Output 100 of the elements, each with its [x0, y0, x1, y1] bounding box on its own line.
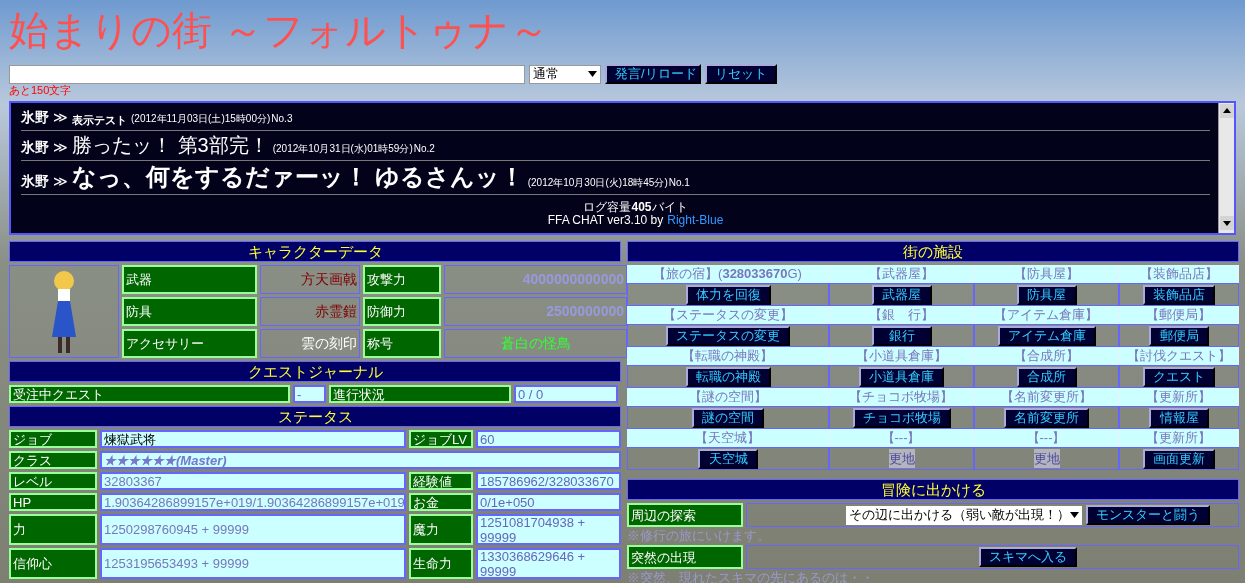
facility-button[interactable]: 天空城	[698, 448, 758, 469]
credit-link[interactable]: Right-Blue	[667, 214, 724, 227]
field-label: 防具	[122, 297, 257, 326]
facility-button[interactable]: 転職の神殿	[685, 366, 771, 387]
message-date: (2012年10月31日(水)01時59分)	[272, 142, 413, 156]
field-label: 魔力	[409, 514, 473, 545]
field-label: HP	[9, 493, 97, 511]
field-label: ジョブLV	[409, 430, 473, 448]
field-value: ★★★★★★(Master)	[100, 451, 621, 469]
facility-button[interactable]: ステータスの変更	[666, 325, 790, 346]
mode-select[interactable]: 通常	[529, 64, 601, 84]
field-value: 32803367	[100, 472, 406, 490]
stat-value: 蒼白の怪鳥	[444, 329, 627, 358]
facility-label: 【旅の宿】(328033670G)	[627, 265, 829, 283]
remaining-characters: あと150文字	[9, 84, 73, 97]
facility-button[interactable]: 名前変更所	[1004, 407, 1089, 428]
facility-label: 【転職の神殿】	[627, 347, 829, 365]
speaker-name: 氷野	[21, 172, 49, 190]
field-label: アクセサリー	[122, 329, 257, 358]
field-value: 60	[476, 430, 621, 448]
facility-label: 【装飾品店】	[1119, 265, 1239, 283]
facility-label: 【謎の空間】	[627, 388, 829, 406]
facility-button[interactable]: アイテム倉庫	[997, 325, 1096, 346]
stat-value: 4000000000000	[444, 265, 627, 294]
field-label: 進行状況	[329, 385, 511, 403]
facility-label: 【更新所】	[1119, 388, 1239, 406]
adventure-button[interactable]: スキマへ入る	[978, 547, 1077, 567]
section-header: 街の施設	[627, 241, 1239, 262]
field-label: 防御力	[363, 297, 441, 326]
field-label: 武器	[122, 265, 257, 294]
speaker-name: 氷野	[21, 108, 49, 126]
facility-label: 【アイテム倉庫】	[974, 306, 1119, 324]
facility-button[interactable]: チョコボ牧場	[852, 407, 951, 428]
field-label: ジョブ	[9, 430, 97, 448]
caret-icon	[1069, 512, 1079, 518]
reset-button[interactable]: リセット	[705, 64, 777, 84]
facility-label: 【銀 行】	[829, 306, 974, 324]
facility-button[interactable]: 小道具倉庫	[859, 366, 944, 387]
section-header: 冒険に出かける	[627, 479, 1239, 500]
facility-label: 【武器屋】	[829, 265, 974, 283]
page-title: 始まりの街 ～フォルトゥナ～	[9, 7, 551, 54]
chat-credit: FFA CHAT ver3.10 by	[547, 214, 664, 227]
field-label: 周辺の探索	[627, 503, 743, 527]
separator-mark: ≫	[53, 108, 68, 126]
field-label: 生命力	[409, 548, 473, 579]
facility-button[interactable]: 体力を回復	[685, 284, 771, 305]
field-value: 1330368629646 + 99999	[476, 548, 621, 579]
equipment-value: 雲の刻印	[260, 329, 360, 358]
field-label: 攻撃力	[363, 265, 441, 294]
equipment-value: 方天画戟	[260, 265, 360, 294]
field-value: -	[293, 385, 326, 403]
message-input[interactable]	[9, 64, 525, 84]
facility-label: 【名前変更所】	[974, 388, 1119, 406]
facility-label: 【チョコボ牧場】	[829, 388, 974, 406]
facility-button[interactable]: 郵便局	[1149, 325, 1209, 346]
facility-label: 【討伐クエスト】	[1119, 347, 1239, 365]
field-label: 力	[9, 514, 97, 545]
facility-button[interactable]: 銀行	[871, 325, 932, 346]
field-label: 受注中クエスト	[9, 385, 290, 403]
stat-value: 2500000000	[444, 297, 627, 326]
section-header: キャラクターデータ	[9, 241, 621, 262]
speaker-name: 氷野	[21, 138, 49, 156]
field-value: 煉獄武将	[100, 430, 406, 448]
field-value: 1250298760945 + 99999	[100, 514, 406, 545]
message-number: No.2	[413, 142, 435, 156]
facility-button[interactable]: 情報屋	[1149, 407, 1209, 428]
field-label: 経験値	[409, 472, 473, 490]
scrollbar[interactable]	[1218, 103, 1234, 233]
post-button[interactable]: 発言/リロード	[605, 64, 701, 84]
facility-label: 【---】	[829, 429, 974, 447]
facility-button[interactable]: クエスト	[1143, 366, 1215, 387]
field-value: 1.90364286899157e+019/1.90364286899157e+019	[100, 493, 406, 511]
caret-icon	[588, 71, 597, 77]
facility-label: 【ステータスの変更】	[627, 306, 829, 324]
field-label: 称号	[363, 329, 441, 358]
message-number: No.3	[271, 112, 293, 126]
facility-button[interactable]: 合成所	[1016, 366, 1077, 387]
equipment-value: 赤霊鎧	[260, 297, 360, 326]
field-value: 0/1e+050	[476, 493, 621, 511]
section-header: ステータス	[9, 406, 621, 427]
message-text: 表示テスト	[72, 113, 127, 126]
facility-label: 【防具屋】	[974, 265, 1119, 283]
section-header: クエストジャーナル	[9, 361, 621, 382]
facility-label: 【---】	[974, 429, 1119, 447]
area-select[interactable]: その辺に出かける（弱い敵が出現！）	[845, 505, 1082, 525]
field-value: 185786962/328033670	[476, 472, 621, 490]
field-label: 突然の出現	[627, 545, 743, 569]
message-date: (2012年10月30日(火)18時45分)	[527, 176, 668, 190]
adventure-button[interactable]: モンスターと闘う	[1085, 505, 1210, 525]
message-text: 勝ったッ！ 第3部完！	[72, 134, 269, 156]
field-value: 1251081704938 + 99999	[476, 514, 621, 545]
message-number: No.1	[668, 176, 690, 190]
facility-label: 【天空城】	[627, 429, 829, 447]
field-label: レベル	[9, 472, 97, 490]
facility-button[interactable]: 防具屋	[1016, 284, 1077, 305]
facility-label: 【更新所】	[1119, 429, 1239, 447]
facility-button[interactable]: 謎の空間	[692, 407, 764, 428]
facility-button[interactable]: 画面更新	[1143, 448, 1215, 469]
facility-button[interactable]: 装飾品店	[1143, 284, 1215, 305]
facility-button[interactable]: 武器屋	[871, 284, 932, 305]
